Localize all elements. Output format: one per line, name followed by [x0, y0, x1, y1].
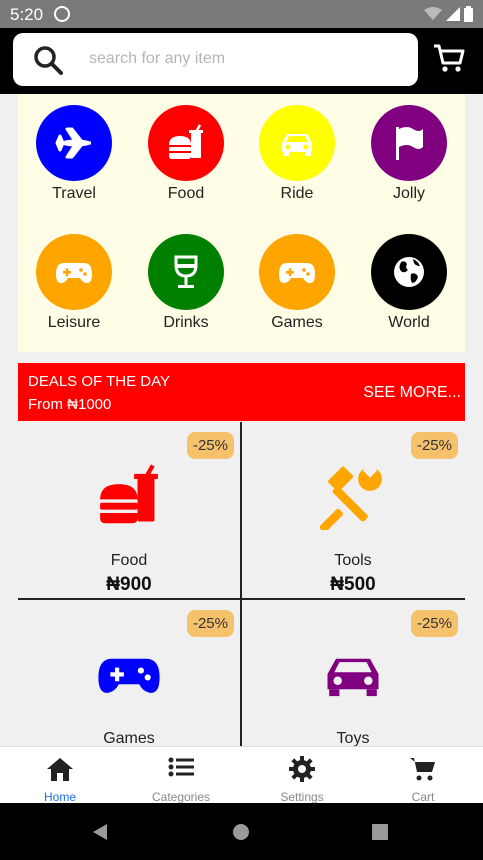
home-circle-icon[interactable]: [232, 823, 250, 841]
car-icon: [327, 658, 379, 697]
battery-icon: [464, 6, 473, 22]
notification-icon: [54, 6, 70, 22]
deal-name: Toys: [336, 730, 370, 746]
signal-icon: [446, 7, 460, 21]
category-world[interactable]: World: [361, 234, 457, 332]
category-food[interactable]: Food: [138, 105, 234, 203]
search-icon[interactable]: [33, 45, 63, 75]
search-input[interactable]: [89, 43, 399, 75]
nav-settings[interactable]: Settings: [242, 747, 362, 804]
gamepad-icon: [98, 658, 160, 693]
deals-title: DEALS OF THE DAY: [28, 373, 170, 390]
category-label: Drinks: [163, 314, 209, 331]
search-box[interactable]: [13, 33, 418, 86]
home-icon: [47, 758, 73, 781]
deal-name: Games: [103, 730, 155, 746]
globe-icon: [394, 257, 424, 287]
list-icon: [168, 757, 194, 777]
gamepad-icon: [56, 263, 92, 284]
deal-price: ₦900: [106, 574, 152, 595]
nav-label: Cart: [411, 790, 435, 804]
wifi-icon: [424, 7, 442, 20]
deal-name: Food: [110, 552, 148, 569]
car-icon: [282, 134, 312, 156]
category-label: World: [388, 314, 430, 331]
tools-icon: [319, 463, 382, 530]
category-label: Food: [167, 185, 205, 202]
deal-card-food[interactable]: -25% Food ₦900: [18, 422, 240, 598]
category-label: Ride: [280, 185, 314, 202]
nav-categories[interactable]: Categories: [121, 747, 241, 804]
grid-divider-vertical: [240, 422, 242, 746]
category-travel[interactable]: Travel: [26, 105, 122, 203]
see-more-link[interactable]: SEE MORE...: [363, 384, 461, 402]
category-circle: [148, 234, 224, 310]
recents-icon[interactable]: [372, 824, 388, 840]
discount-badge: -25%: [410, 610, 458, 637]
deal-icon: [18, 640, 240, 708]
status-icons: [424, 6, 473, 22]
categories-panel: Travel Food Ride Jolly Leisure Drinks Ga…: [18, 94, 465, 352]
nav-icon-wrap: [121, 756, 241, 778]
cart-icon: [410, 758, 435, 781]
deal-icon: [18, 462, 240, 530]
system-nav-bar: [0, 803, 483, 860]
nav-label: Categories: [151, 790, 211, 804]
wine-glass-icon: [174, 255, 198, 288]
category-circle: [36, 234, 112, 310]
category-label: Leisure: [47, 314, 101, 331]
category-circle: [371, 105, 447, 181]
nav-icon-wrap: [363, 756, 483, 782]
discount-badge: -25%: [186, 610, 234, 637]
nav-icon-wrap: [0, 756, 120, 782]
category-circle: [259, 105, 335, 181]
category-circle: [148, 105, 224, 181]
category-ride[interactable]: Ride: [249, 105, 345, 203]
hamburger-soda-icon: [169, 124, 203, 159]
deal-card-tools[interactable]: -25% Tools ₦500: [242, 422, 464, 598]
hamburger-soda-icon: [100, 464, 158, 524]
nav-cart[interactable]: Cart: [363, 747, 483, 804]
cart-icon[interactable]: [433, 42, 465, 74]
deal-card-games[interactable]: -25% Games: [18, 600, 240, 746]
deals-banner: DEALS OF THE DAY From ₦1000 SEE MORE...: [18, 363, 465, 421]
deals-grid: -25% Food ₦900 -25% Tools ₦500 -25% Game…: [18, 422, 465, 746]
grid-divider-horizontal: [18, 598, 465, 600]
top-bar: [0, 28, 483, 94]
status-time: 5:20: [10, 5, 44, 24]
nav-label: Home: [43, 790, 76, 804]
deal-icon: [242, 462, 464, 530]
flag-icon: [396, 127, 423, 160]
deal-icon: [242, 640, 464, 708]
deal-card-toys[interactable]: -25% Toys: [242, 600, 464, 746]
back-icon[interactable]: [91, 823, 109, 841]
deal-price: ₦500: [330, 574, 376, 595]
category-label: Travel: [52, 185, 96, 202]
main-content[interactable]: Travel Food Ride Jolly Leisure Drinks Ga…: [0, 94, 483, 746]
category-circle: [36, 105, 112, 181]
nav-icon-wrap: [242, 756, 362, 782]
bottom-nav: Home Categories Settings Cart: [0, 746, 483, 804]
status-bar: 5:20: [0, 0, 483, 28]
category-jolly[interactable]: Jolly: [361, 105, 457, 203]
category-circle: [259, 234, 335, 310]
category-games[interactable]: Games: [249, 234, 345, 332]
discount-badge: -25%: [410, 432, 458, 459]
airplane-icon: [55, 127, 91, 159]
deal-name: Tools: [334, 552, 372, 569]
nav-home[interactable]: Home: [0, 747, 120, 804]
gear-icon: [289, 756, 315, 782]
discount-badge: -25%: [186, 432, 234, 459]
category-label: Jolly: [392, 185, 425, 202]
deals-subtitle: From ₦1000: [28, 396, 112, 413]
category-drinks[interactable]: Drinks: [138, 234, 234, 332]
gamepad-icon: [279, 263, 315, 284]
nav-label: Settings: [280, 790, 324, 804]
category-label: Games: [271, 314, 323, 331]
category-circle: [371, 234, 447, 310]
category-leisure[interactable]: Leisure: [26, 234, 122, 332]
